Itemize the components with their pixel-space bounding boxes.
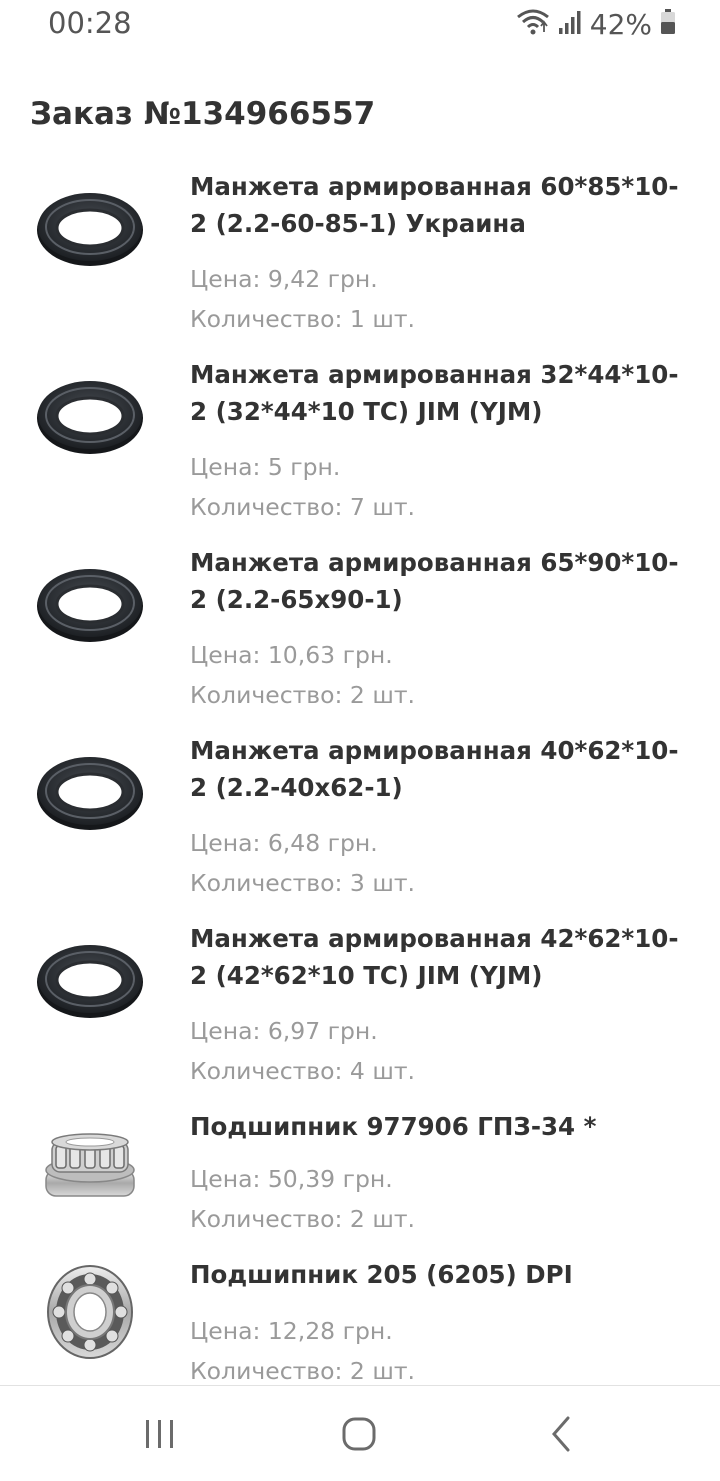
back-icon[interactable] (542, 1414, 582, 1454)
item-name: Подшипник 205 (6205) DPI (190, 1260, 573, 1289)
battery-percent: 42% (589, 7, 652, 41)
status-icons: 42% (516, 7, 676, 41)
item-quantity: Количество: 3 шт. (190, 869, 416, 897)
item-name: Манжета армированная 60*85*10-2 (2.2-60-… (190, 172, 679, 238)
ball-bearing-icon (30, 1262, 150, 1362)
battery-icon (660, 8, 676, 40)
item-price: Цена: 5 грн. (190, 453, 341, 481)
recents-icon[interactable] (140, 1414, 180, 1454)
status-bar: 00:28 42% (0, 0, 720, 48)
item-name: Манжета армированная 65*90*10-2 (2.2-65x… (190, 548, 679, 614)
item-name: Манжета армированная 42*62*10-2 (42*62*1… (190, 924, 679, 990)
item-name: Подшипник 977906 ГПЗ-34 * (190, 1112, 597, 1141)
item-quantity: Количество: 4 шт. (190, 1057, 416, 1085)
item-name: Манжета армированная 40*62*10-2 (2.2-40x… (190, 736, 679, 802)
oil-seal-icon (30, 742, 150, 842)
oil-seal-icon (30, 178, 150, 278)
home-icon[interactable] (339, 1414, 379, 1454)
status-time: 00:28 (48, 6, 132, 40)
item-quantity: Количество: 7 шт. (190, 493, 416, 521)
oil-seal-icon (30, 366, 150, 466)
item-price: Цена: 10,63 грн. (190, 641, 393, 669)
oil-seal-icon (30, 554, 150, 654)
wifi-icon (516, 8, 550, 41)
item-price: Цена: 6,97 грн. (190, 1017, 378, 1045)
item-quantity: Количество: 2 шт. (190, 1357, 416, 1385)
item-name: Манжета армированная 32*44*10-2 (32*44*1… (190, 360, 679, 426)
item-quantity: Количество: 1 шт. (190, 305, 416, 333)
item-price: Цена: 6,48 грн. (190, 829, 378, 857)
oil-seal-icon (30, 930, 150, 1030)
page-title: Заказ №134966557 (30, 96, 376, 132)
item-price: Цена: 50,39 грн. (190, 1165, 393, 1193)
item-quantity: Количество: 2 шт. (190, 681, 416, 709)
navigation-bar (0, 1385, 720, 1481)
item-price: Цена: 12,28 грн. (190, 1317, 393, 1345)
roller-bearing-icon (30, 1118, 150, 1218)
item-price: Цена: 9,42 грн. (190, 265, 378, 293)
signal-icon (558, 9, 582, 40)
item-quantity: Количество: 2 шт. (190, 1205, 416, 1233)
